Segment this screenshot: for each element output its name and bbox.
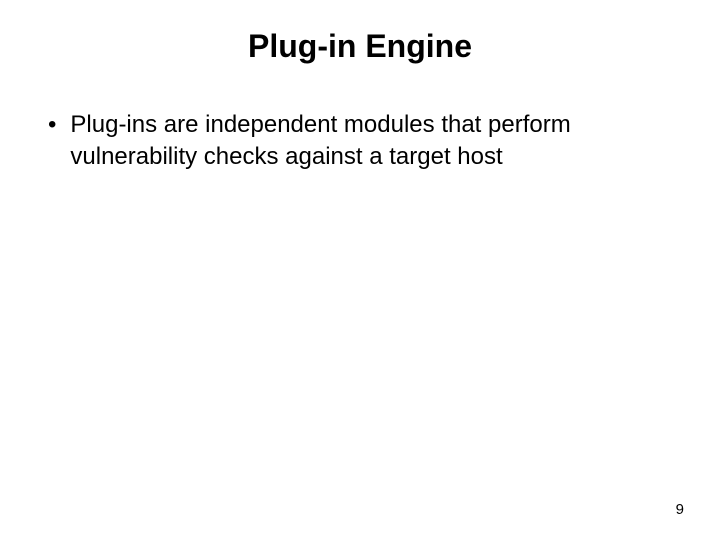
page-number: 9 [676,501,684,518]
slide-title: Plug-in Engine [0,0,720,85]
bullet-marker: • [48,109,56,141]
bullet-text: Plug-ins are independent modules that pe… [70,109,660,174]
slide-container: Plug-in Engine • Plug-ins are independen… [0,0,720,540]
slide-content: • Plug-ins are independent modules that … [0,85,720,174]
bullet-item: • Plug-ins are independent modules that … [48,109,660,174]
